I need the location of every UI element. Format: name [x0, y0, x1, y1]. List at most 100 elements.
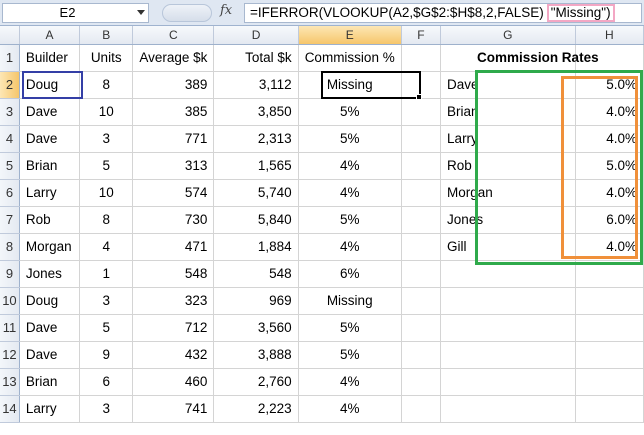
insert-function-icon[interactable]: fx — [220, 3, 232, 18]
cell-f1[interactable] — [401, 44, 442, 72]
name-box[interactable]: E2 — [2, 3, 149, 23]
cell-a5[interactable]: Brian — [19, 152, 81, 180]
cell-d13[interactable]: 2,760 — [213, 368, 299, 396]
cell-f14[interactable] — [401, 395, 442, 423]
cell-e4[interactable]: 5% — [298, 125, 402, 153]
cell-f12[interactable] — [401, 341, 442, 369]
cell-d8[interactable]: 1,884 — [213, 233, 299, 261]
cell-a14[interactable]: Larry — [19, 395, 81, 423]
cell-h4[interactable]: 4.0% — [575, 125, 644, 153]
column-header-g[interactable]: G — [440, 26, 576, 45]
cell-f9[interactable] — [401, 260, 442, 288]
row-header-6[interactable]: 6 — [0, 179, 20, 207]
column-header-e[interactable]: E — [298, 26, 402, 45]
cell-e10[interactable]: Missing — [298, 287, 402, 315]
formula-bar-resize-handle[interactable] — [162, 4, 212, 22]
cell-e1[interactable]: Commission % — [298, 44, 402, 72]
cell-f7[interactable] — [401, 206, 442, 234]
cell-h6[interactable]: 4.0% — [575, 179, 644, 207]
cell-f6[interactable] — [401, 179, 442, 207]
column-header-d[interactable]: D — [213, 26, 299, 45]
chevron-down-icon[interactable] — [137, 10, 145, 15]
cell-h8[interactable]: 4.0% — [575, 233, 644, 261]
cell-c9[interactable]: 548 — [132, 260, 215, 288]
cell-f8[interactable] — [401, 233, 442, 261]
cell-b1[interactable]: Units — [79, 44, 134, 72]
cell-g14[interactable] — [440, 395, 576, 423]
select-all-corner[interactable] — [0, 26, 20, 45]
cell-g9[interactable] — [440, 260, 576, 288]
cell-h13[interactable] — [575, 368, 644, 396]
cell-b9[interactable]: 1 — [79, 260, 134, 288]
cell-h3[interactable]: 4.0% — [575, 98, 644, 126]
column-header-f[interactable]: F — [401, 26, 442, 45]
row-header-2[interactable]: 2 — [0, 71, 20, 99]
cell-c14[interactable]: 741 — [132, 395, 215, 423]
cell-e3[interactable]: 5% — [298, 98, 402, 126]
cell-g13[interactable] — [440, 368, 576, 396]
row-header-7[interactable]: 7 — [0, 206, 20, 234]
cell-a8[interactable]: Morgan — [19, 233, 81, 261]
cell-a2[interactable]: Doug — [19, 71, 81, 99]
cell-e8[interactable]: 4% — [298, 233, 402, 261]
cell-h9[interactable] — [575, 260, 644, 288]
cell-b2[interactable]: 8 — [79, 71, 134, 99]
cell-g11[interactable] — [440, 314, 576, 342]
cell-a6[interactable]: Larry — [19, 179, 81, 207]
cell-e5[interactable]: 4% — [298, 152, 402, 180]
cell-c13[interactable]: 460 — [132, 368, 215, 396]
row-header-12[interactable]: 12 — [0, 341, 20, 369]
row-header-3[interactable]: 3 — [0, 98, 20, 126]
cell-h11[interactable] — [575, 314, 644, 342]
row-header-11[interactable]: 11 — [0, 314, 20, 342]
cell-f10[interactable] — [401, 287, 442, 315]
cell-c6[interactable]: 574 — [132, 179, 215, 207]
cell-f2[interactable] — [401, 71, 442, 99]
row-header-1[interactable]: 1 — [0, 44, 20, 72]
cell-c2[interactable]: 389 — [132, 71, 215, 99]
cell-h12[interactable] — [575, 341, 644, 369]
cell-h7[interactable]: 6.0% — [575, 206, 644, 234]
row-header-8[interactable]: 8 — [0, 233, 20, 261]
cell-h5[interactable]: 5.0% — [575, 152, 644, 180]
cell-f11[interactable] — [401, 314, 442, 342]
column-header-b[interactable]: B — [79, 26, 134, 45]
cell-c5[interactable]: 313 — [132, 152, 215, 180]
cell-d7[interactable]: 5,840 — [213, 206, 299, 234]
cell-b4[interactable]: 3 — [79, 125, 134, 153]
cell-c8[interactable]: 471 — [132, 233, 215, 261]
row-header-14[interactable]: 14 — [0, 395, 20, 423]
cell-g6[interactable]: Morgan — [440, 179, 576, 207]
cell-h14[interactable] — [575, 395, 644, 423]
cell-b7[interactable]: 8 — [79, 206, 134, 234]
cell-c12[interactable]: 432 — [132, 341, 215, 369]
cell-f5[interactable] — [401, 152, 442, 180]
cell-b11[interactable]: 5 — [79, 314, 134, 342]
cell-c11[interactable]: 712 — [132, 314, 215, 342]
cell-d10[interactable]: 969 — [213, 287, 299, 315]
row-header-5[interactable]: 5 — [0, 152, 20, 180]
cell-b6[interactable]: 10 — [79, 179, 134, 207]
formula-input[interactable]: =IFERROR(VLOOKUP(A2,$G$2:$H$8,2,FALSE) "M… — [244, 3, 642, 23]
cell-g3[interactable]: Brian — [440, 98, 576, 126]
cell-a12[interactable]: Dave — [19, 341, 81, 369]
cell-g2[interactable]: Dave — [440, 71, 576, 99]
row-header-10[interactable]: 10 — [0, 287, 20, 315]
column-header-h[interactable]: H — [575, 26, 644, 45]
row-header-4[interactable]: 4 — [0, 125, 20, 153]
cell-e6[interactable]: 4% — [298, 179, 402, 207]
cell-d6[interactable]: 5,740 — [213, 179, 299, 207]
cell-g10[interactable] — [440, 287, 576, 315]
cell-d14[interactable]: 2,223 — [213, 395, 299, 423]
cell-e7[interactable]: 5% — [298, 206, 402, 234]
cell-c7[interactable]: 730 — [132, 206, 215, 234]
cell-a4[interactable]: Dave — [19, 125, 81, 153]
cell-b5[interactable]: 5 — [79, 152, 134, 180]
cell-b14[interactable]: 3 — [79, 395, 134, 423]
cell-b10[interactable]: 3 — [79, 287, 134, 315]
cell-c1[interactable]: Average $k — [132, 44, 215, 72]
cell-g5[interactable]: Rob — [440, 152, 576, 180]
cell-d1[interactable]: Total $k — [213, 44, 299, 72]
cell-g8[interactable]: Gill — [440, 233, 576, 261]
row-header-9[interactable]: 9 — [0, 260, 20, 288]
